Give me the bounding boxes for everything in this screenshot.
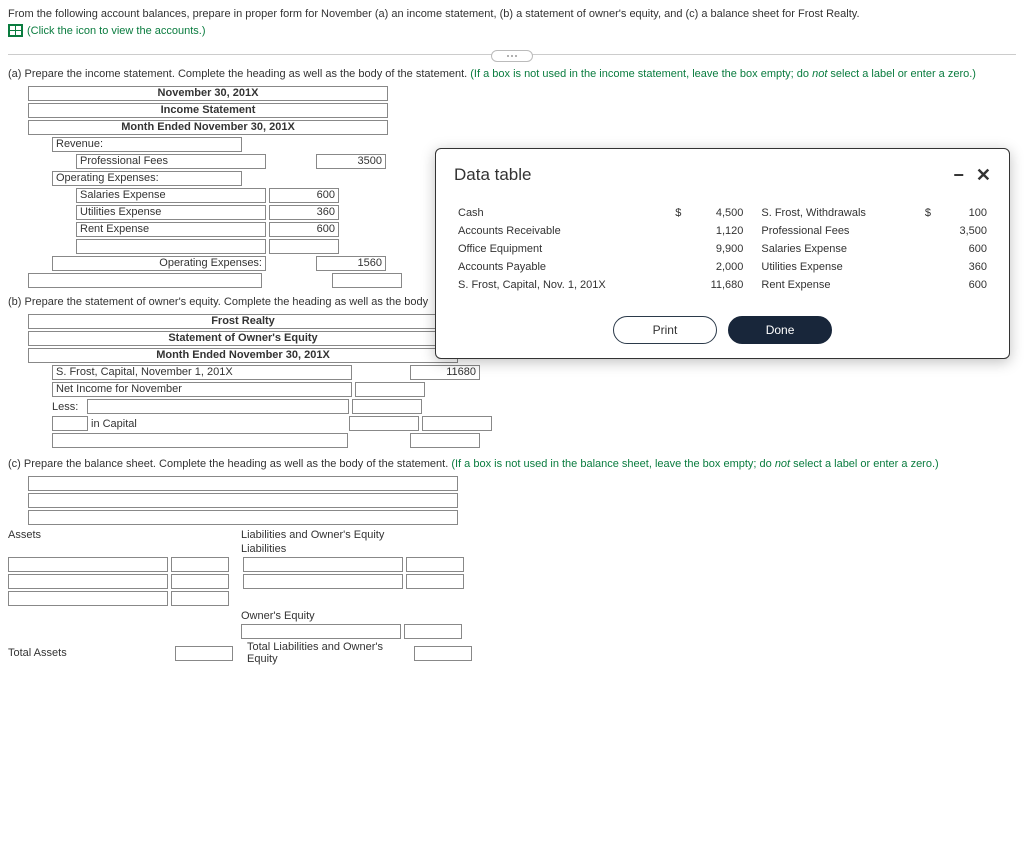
- a-blank-val[interactable]: [269, 239, 339, 254]
- modal-title: Data table: [454, 165, 532, 185]
- table-icon: [8, 24, 23, 37]
- c-oe-label-1[interactable]: [241, 624, 401, 639]
- c-total-liaboe-val[interactable]: [414, 646, 472, 661]
- a-utilities-val[interactable]: 360: [269, 205, 339, 220]
- section-c-hint: (If a box is not used in the balance she…: [451, 458, 938, 470]
- a-head-2[interactable]: Income Statement: [28, 103, 388, 118]
- c-asset-val-3[interactable]: [171, 591, 229, 606]
- minimize-icon[interactable]: −: [953, 165, 964, 186]
- b-capbegin-label[interactable]: S. Frost, Capital, November 1, 201X: [52, 365, 352, 380]
- a-opex-total-label[interactable]: Operating Expenses:: [52, 256, 266, 271]
- c-asset-label-2[interactable]: [8, 574, 168, 589]
- c-total-assets-label: Total Assets: [8, 647, 172, 659]
- a-salaries-label[interactable]: Salaries Expense: [76, 188, 266, 203]
- table-row: Accounts Receivable1,120Professional Fee…: [454, 222, 991, 240]
- b-netinc-val[interactable]: [355, 382, 425, 397]
- done-button[interactable]: Done: [728, 316, 832, 344]
- c-assets-header: Assets: [8, 529, 238, 541]
- data-table-modal: Data table − ✕ Cash$4,500S. Frost, Withd…: [435, 148, 1010, 359]
- problem-intro: From the following account balances, pre…: [8, 8, 1016, 20]
- c-head-2[interactable]: [28, 493, 458, 508]
- b-incap-prefix[interactable]: [52, 416, 88, 431]
- a-head-1[interactable]: November 30, 201X: [28, 86, 388, 101]
- b-head-1[interactable]: Frost Realty: [28, 314, 458, 329]
- c-liab-val-1[interactable]: [406, 557, 464, 572]
- a-opex-total-val[interactable]: 1560: [316, 256, 386, 271]
- a-last-label[interactable]: [28, 273, 262, 288]
- b-head-3[interactable]: Month Ended November 30, 201X: [28, 348, 458, 363]
- a-opex-label[interactable]: Operating Expenses:: [52, 171, 242, 186]
- c-liab-val-2[interactable]: [406, 574, 464, 589]
- c-asset-label-3[interactable]: [8, 591, 168, 606]
- c-asset-label-1[interactable]: [8, 557, 168, 572]
- table-row: S. Frost, Capital, Nov. 1, 201X11,680Ren…: [454, 276, 991, 294]
- a-salaries-val[interactable]: 600: [269, 188, 339, 203]
- close-icon[interactable]: ✕: [976, 165, 991, 186]
- b-less-label: Less:: [52, 401, 84, 413]
- a-utilities-label[interactable]: Utilities Expense: [76, 205, 266, 220]
- a-head-3[interactable]: Month Ended November 30, 201X: [28, 120, 388, 135]
- a-last-val[interactable]: [332, 273, 402, 288]
- section-a-prompt: (a) Prepare the income statement. Comple…: [8, 68, 467, 80]
- view-accounts-label: (Click the icon to view the accounts.): [27, 25, 206, 37]
- a-revenue-label[interactable]: Revenue:: [52, 137, 242, 152]
- drag-handle[interactable]: [491, 50, 533, 62]
- b-head-2[interactable]: Statement of Owner's Equity: [28, 331, 458, 346]
- c-liab-label-1[interactable]: [243, 557, 403, 572]
- c-head-3[interactable]: [28, 510, 458, 525]
- c-head-1[interactable]: [28, 476, 458, 491]
- b-netinc-label[interactable]: Net Income for November: [52, 382, 352, 397]
- c-total-liaboe-label: Total Liabilities and Owner's Equity: [247, 641, 411, 665]
- a-rent-val[interactable]: 600: [269, 222, 339, 237]
- table-row: Office Equipment9,900Salaries Expense600: [454, 240, 991, 258]
- a-proffees-label[interactable]: Professional Fees: [76, 154, 266, 169]
- c-liab-label-2[interactable]: [243, 574, 403, 589]
- c-asset-val-2[interactable]: [171, 574, 229, 589]
- b-incap-label: in Capital: [91, 418, 137, 430]
- c-oe-val-1[interactable]: [404, 624, 462, 639]
- c-liab-header: Liabilities: [241, 543, 286, 555]
- section-c-prompt: (c) Prepare the balance sheet. Complete …: [8, 458, 448, 470]
- b-less-val[interactable]: [352, 399, 422, 414]
- b-less-field[interactable]: [87, 399, 349, 414]
- c-liaboe-header: Liabilities and Owner's Equity: [241, 529, 384, 541]
- b-final-label[interactable]: [52, 433, 348, 448]
- print-button[interactable]: Print: [613, 316, 717, 344]
- b-capbegin-val[interactable]: 11680: [410, 365, 480, 380]
- table-row: Cash$4,500S. Frost, Withdrawals$100: [454, 204, 991, 222]
- c-oe-header: Owner's Equity: [241, 610, 315, 622]
- data-table: Cash$4,500S. Frost, Withdrawals$100Accou…: [454, 204, 991, 294]
- a-proffees-val[interactable]: 3500: [316, 154, 386, 169]
- b-incap-val1[interactable]: [349, 416, 419, 431]
- a-blank-label[interactable]: [76, 239, 266, 254]
- section-a-hint: (If a box is not used in the income stat…: [470, 68, 976, 80]
- c-total-assets-val[interactable]: [175, 646, 233, 661]
- c-asset-val-1[interactable]: [171, 557, 229, 572]
- a-rent-label[interactable]: Rent Expense: [76, 222, 266, 237]
- section-b-prompt: (b) Prepare the statement of owner's equ…: [8, 296, 428, 308]
- table-row: Accounts Payable2,000Utilities Expense36…: [454, 258, 991, 276]
- b-incap-val2[interactable]: [422, 416, 492, 431]
- b-final-val[interactable]: [410, 433, 480, 448]
- view-accounts-link[interactable]: (Click the icon to view the accounts.): [8, 24, 206, 37]
